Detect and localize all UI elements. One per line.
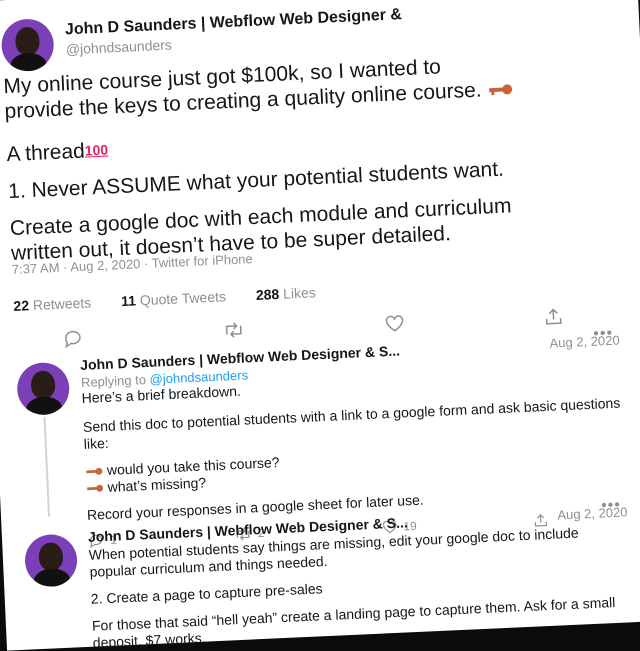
key-emoji-icon — [86, 468, 103, 476]
likes-label: Likes — [282, 284, 317, 302]
likes-stat[interactable]: 288 Likes — [256, 284, 317, 303]
retweets-stat[interactable]: 22 Retweets — [13, 294, 91, 314]
reply-1-avatar[interactable] — [16, 361, 71, 416]
reply-1-more-icon[interactable]: ••• — [593, 325, 614, 344]
quotes-label: Quote Tweets — [139, 288, 227, 309]
reply-2: John D Saunders | Webflow Web Designer &… — [88, 504, 634, 651]
retweets-label: Retweets — [32, 294, 92, 314]
reply-2-like-button[interactable]: 14 — [387, 647, 423, 651]
tweet-thread-page: John D Saunders | Webflow Web Designer &… — [0, 0, 640, 651]
author-handle[interactable]: @johndsaunders — [66, 37, 173, 58]
quotes-stat[interactable]: 11 Quote Tweets — [121, 288, 226, 309]
share-icon[interactable] — [544, 307, 563, 330]
key-emoji-icon — [87, 485, 104, 493]
reply-2-more-icon[interactable]: ••• — [601, 497, 622, 516]
author-avatar[interactable] — [0, 17, 55, 73]
retweets-count: 22 — [13, 297, 30, 314]
retweet-icon[interactable] — [222, 322, 245, 345]
thread-connector-line — [43, 416, 51, 517]
like-heart-icon — [388, 648, 402, 651]
tweet-stats: 22 Retweets 11 Quote Tweets 288 Likes — [13, 283, 346, 314]
hundred-points-icon: 100 — [84, 141, 109, 159]
main-tweet-body: My online course just got $100k, so I wa… — [3, 47, 622, 278]
share-icon — [540, 641, 553, 651]
likes-count: 288 — [255, 285, 280, 303]
reply-2-share-button[interactable] — [539, 641, 554, 651]
reply-2-avatar[interactable] — [23, 533, 79, 588]
author-name[interactable]: John D Saunders | Webflow Web Designer & — [65, 6, 403, 39]
reply-icon[interactable] — [63, 329, 84, 352]
reply-2-like-count: 14 — [409, 647, 423, 651]
reply-1-q2: what’s missing? — [107, 474, 207, 495]
like-heart-icon[interactable] — [384, 314, 405, 337]
key-emoji-icon — [489, 84, 513, 96]
thread-label: A thread — [6, 139, 86, 167]
quotes-count: 11 — [120, 292, 137, 310]
